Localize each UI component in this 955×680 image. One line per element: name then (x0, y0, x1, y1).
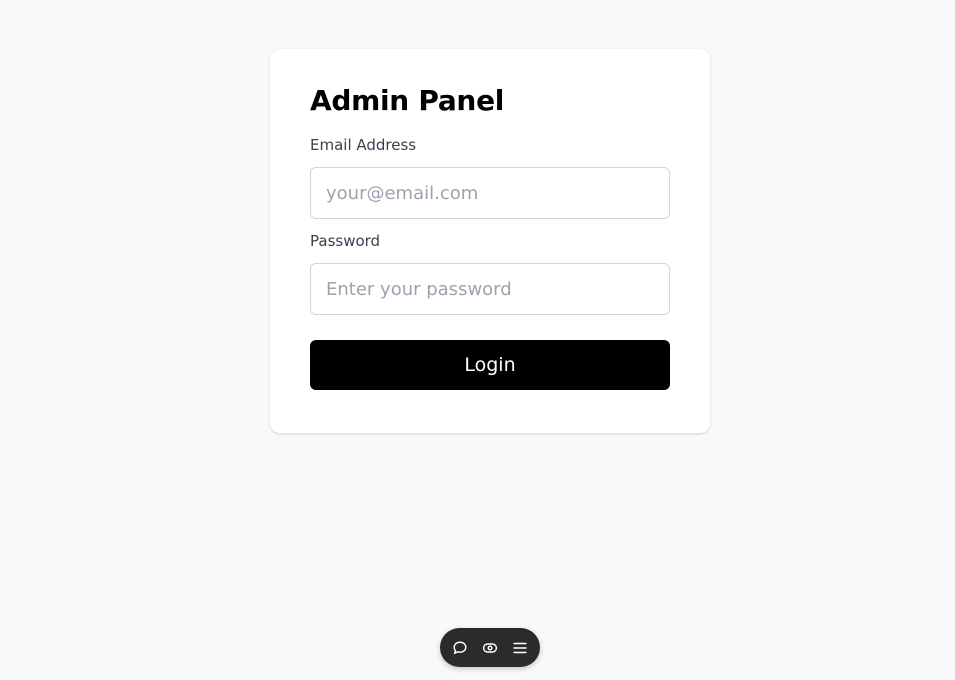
eye-icon[interactable] (480, 638, 500, 658)
password-field[interactable] (310, 263, 670, 315)
menu-icon[interactable] (510, 638, 530, 658)
floating-toolbar (440, 628, 540, 667)
login-card: Admin Panel Email Address Password Login (270, 49, 710, 433)
login-button[interactable]: Login (310, 340, 670, 390)
comment-icon[interactable] (450, 638, 470, 658)
email-label: Email Address (310, 136, 417, 154)
email-field[interactable] (310, 167, 670, 219)
page-title: Admin Panel (310, 84, 505, 117)
password-label: Password (310, 232, 381, 250)
